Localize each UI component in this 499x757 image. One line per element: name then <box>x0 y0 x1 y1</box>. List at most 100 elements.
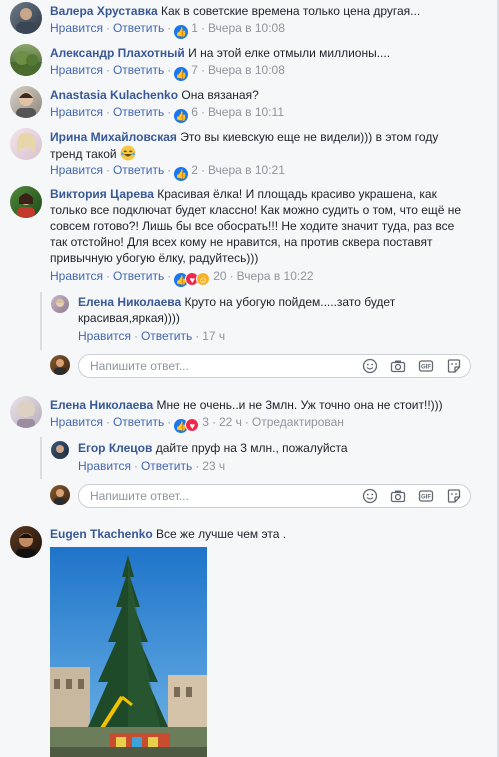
avatar[interactable] <box>10 128 42 160</box>
reply-button[interactable]: Ответить <box>113 269 164 283</box>
like-button[interactable]: Нравится <box>50 63 103 77</box>
reaction-count: 3 <box>202 415 209 429</box>
timestamp[interactable]: Вчера в 10:22 <box>237 269 314 283</box>
like-icon: 👍 <box>174 25 189 39</box>
like-button[interactable]: Нравится <box>78 459 131 473</box>
comment-text: И на этой елке отмыли миллионы.... <box>188 46 391 60</box>
reactions[interactable]: 👍 ♥ <box>174 417 200 433</box>
comment-text: привычную убогую ёлку, радуйтесь))) <box>50 251 259 265</box>
reaction-count: 20 <box>213 269 227 283</box>
attached-photo[interactable] <box>50 547 207 757</box>
comment-text: совсем готово?! Лишь бы все обосрать!!! … <box>50 219 455 233</box>
reaction-count: 7 <box>191 63 198 77</box>
like-button[interactable]: Нравится <box>50 163 103 177</box>
commenter-name[interactable]: Елена Николаева <box>78 295 181 309</box>
gif-icon[interactable]: GIF <box>418 358 434 374</box>
comment-text: Она вязаная? <box>181 88 259 102</box>
reply-button[interactable]: Ответить <box>113 105 164 119</box>
reaction-count: 2 <box>191 163 198 177</box>
reply-input-placeholder: Напишите ответ... <box>90 489 189 503</box>
sticker-icon[interactable] <box>446 488 462 504</box>
reactions[interactable]: 👍 <box>174 165 189 181</box>
commenter-name[interactable]: Ирина Михайловская <box>50 130 177 144</box>
reply-input-placeholder: Напишите ответ... <box>90 359 189 373</box>
avatar[interactable] <box>10 396 42 428</box>
avatar <box>50 485 70 505</box>
timestamp[interactable]: 17 ч <box>202 329 225 343</box>
reply-button[interactable]: Ответить <box>113 21 164 35</box>
comment-text: Как в советские времена только цена друг… <box>161 4 421 18</box>
like-button[interactable]: Нравится <box>50 415 103 429</box>
emoji-icon[interactable] <box>362 358 378 374</box>
comment-meta: Нравится · Ответить · 👍 1 · Вчера в 10:08 <box>50 21 285 39</box>
timestamp[interactable]: 22 ч <box>219 415 242 429</box>
comment-body: Александр Плахотный И на этой елке отмыл… <box>50 45 480 61</box>
reactions[interactable]: 👍 <box>174 107 189 123</box>
commenter-name[interactable]: Елена Николаева <box>50 398 153 412</box>
comment-text: Это вы киевскую еще не видели))) в этом … <box>180 130 439 144</box>
comment-text: так отстойно! Для всех кому не нравится,… <box>50 235 433 249</box>
camera-icon[interactable] <box>390 488 406 504</box>
avatar[interactable] <box>10 526 42 558</box>
sticker-icon[interactable] <box>446 358 462 374</box>
avatar[interactable] <box>10 86 42 118</box>
comment-meta: Нравится · Ответить · 👍 6 · Вчера в 10:11 <box>50 105 284 123</box>
commenter-name[interactable]: Виктория Царева <box>50 187 154 201</box>
comment-meta: Нравится · Ответить · 👍 ♥ ☺ 20 · Вчера в 10:22 <box>50 269 314 287</box>
comment-meta: Нравится · Ответить · 👍 2 · Вчера в 10:21 <box>50 163 285 181</box>
reply-text: Круто на убогую пойдем.....зато будет <box>184 295 396 309</box>
comment-text: тренд такой <box>50 147 117 161</box>
avatar[interactable] <box>51 295 69 313</box>
reply-body: Елена Николаева Круто на убогую пойдем..… <box>78 294 478 326</box>
like-icon: 👍 <box>174 67 189 81</box>
comment-body: Виктория Царева Красивая ёлка! И площадь… <box>50 186 490 266</box>
like-button[interactable]: Нравится <box>50 105 103 119</box>
reply-text: дайте пруф на 3 млн., пожалуйста <box>155 441 348 455</box>
commenter-name[interactable]: Валера Хруставка <box>50 4 158 18</box>
timestamp[interactable]: 23 ч <box>202 459 225 473</box>
avatar <box>50 355 70 375</box>
avatar[interactable] <box>51 441 69 459</box>
timestamp[interactable]: Вчера в 10:21 <box>208 163 285 177</box>
reply-meta: Нравится · Ответить · 23 ч <box>78 459 226 473</box>
gif-icon[interactable]: GIF <box>418 488 434 504</box>
reactions[interactable]: 👍 <box>174 65 189 81</box>
haha-icon: ☺ <box>196 272 211 286</box>
commenter-name[interactable]: Егор Клецов <box>78 441 152 455</box>
reply-button[interactable]: Ответить <box>113 415 164 429</box>
reply-body: Егор Клецов дайте пруф на 3 млн., пожалу… <box>78 440 478 456</box>
reply-button[interactable]: Ответить <box>141 459 192 473</box>
camera-icon[interactable] <box>390 358 406 374</box>
comment-text: только все подключат будет классно! Как … <box>50 203 462 217</box>
emoji-icon[interactable] <box>362 488 378 504</box>
comment-text: Мне не очень..и не 3млн. Уж точно она не… <box>156 398 443 412</box>
comment-body: Anastasia Kulachenko Она вязаная? <box>50 87 480 103</box>
reply-meta: Нравится · Ответить · 17 ч <box>78 329 226 343</box>
reply-button[interactable]: Ответить <box>113 63 164 77</box>
reaction-count: 1 <box>191 21 198 35</box>
like-button[interactable]: Нравится <box>78 329 131 343</box>
avatar[interactable] <box>10 44 42 76</box>
commenter-name[interactable]: Eugen Tkachenko <box>50 527 153 541</box>
commenter-name[interactable]: Anastasia Kulachenko <box>50 88 178 102</box>
avatar[interactable] <box>10 2 42 34</box>
like-button[interactable]: Нравится <box>50 269 103 283</box>
reply-input[interactable]: Напишите ответ... GIF <box>78 484 471 508</box>
comment-body: Елена Николаева Мне не очень..и не 3млн.… <box>50 397 490 413</box>
commenter-name[interactable]: Александр Плахотный <box>50 46 185 60</box>
comment-meta: Нравится · Ответить · 👍 ♥ 3 · 22 ч · Отредактирова… <box>50 415 344 433</box>
reply-button[interactable]: Ответить <box>113 163 164 177</box>
timestamp[interactable]: Вчера в 10:08 <box>208 63 285 77</box>
reply-button[interactable]: Ответить <box>141 329 192 343</box>
avatar[interactable] <box>10 186 42 218</box>
edited-label[interactable]: Отредактирован <box>252 415 344 429</box>
timestamp[interactable]: Вчера в 10:11 <box>208 105 284 119</box>
reactions[interactable]: 👍 <box>174 23 189 39</box>
like-button[interactable]: Нравится <box>50 21 103 35</box>
like-icon: 👍 <box>174 167 189 181</box>
like-icon: 👍 <box>174 109 189 123</box>
reactions[interactable]: 👍 ♥ ☺ <box>174 271 211 287</box>
reply-input[interactable]: Напишите ответ... GIF <box>78 354 471 378</box>
timestamp[interactable]: Вчера в 10:08 <box>208 21 285 35</box>
svg-text:GIF: GIF <box>421 495 431 501</box>
